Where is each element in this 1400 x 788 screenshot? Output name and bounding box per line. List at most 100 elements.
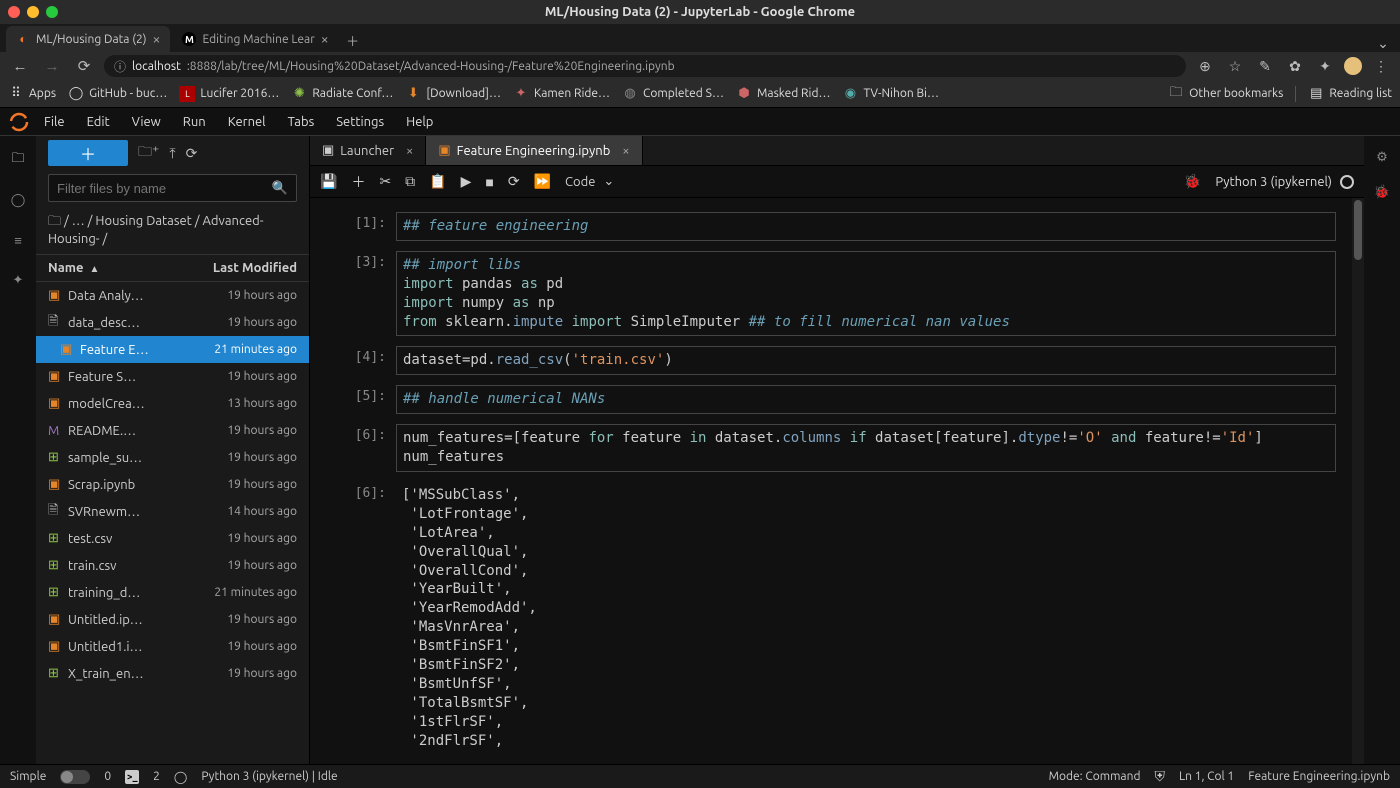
file-filter-field[interactable] [57,181,272,196]
url-input[interactable]: ⓘ localhost:8888/lab/tree/ML/Housing%20D… [104,55,1186,77]
jupyter-logo-icon[interactable] [6,109,32,135]
code-cell[interactable]: [5]:## handle numerical NANs [310,385,1336,414]
menu-run[interactable]: Run [173,111,216,133]
chrome-menu-icon[interactable]: ⋮ [1370,58,1392,75]
extensions-puzzle-icon[interactable]: ✦ [1314,58,1336,75]
close-tab-icon[interactable]: × [321,31,329,47]
insert-cell-icon[interactable]: ＋ [351,172,365,192]
eyedropper-icon[interactable]: ✎ [1254,58,1276,75]
menu-file[interactable]: File [34,111,75,133]
file-row[interactable]: ▣Scrap.ipynb19 hours ago [36,471,309,498]
expand-tabs-icon[interactable]: ⌄ [1372,35,1394,52]
minimize-window-button[interactable] [27,6,39,18]
cell-type-select[interactable]: Code ⌄ [565,174,614,189]
new-launcher-button[interactable]: ＋ [48,140,128,166]
bookmark-item[interactable]: ✦Kamen Ride… [513,86,610,102]
paste-icon[interactable]: 📋 [429,173,446,190]
reload-button[interactable]: ⟳ [72,57,96,75]
document-tabs: ▣ Launcher × ▣ Feature Engineering.ipynb… [310,136,1364,166]
browser-tab-active[interactable]: ◐ ML/Housing Data (2) × [6,26,170,52]
maximize-window-button[interactable] [46,6,58,18]
bookmark-item[interactable]: LLucifer 2016… [179,86,279,102]
run-icon[interactable]: ▶ [461,173,472,190]
file-modified: 13 hours ago [227,397,297,410]
doc-tab-notebook[interactable]: ▣ Feature Engineering.ipynb × [426,136,642,165]
file-filter-input[interactable]: 🔍 [48,174,297,202]
debugger-panel-icon[interactable]: 🐞 [1374,185,1390,200]
run-all-icon[interactable]: ⏩ [534,173,551,190]
file-row[interactable]: 🗎data_desc…19 hours ago [36,309,309,336]
save-icon[interactable]: 💾 [320,173,337,190]
extensions-icon[interactable]: ✦ [8,270,28,290]
reading-list[interactable]: ▤Reading list [1308,86,1392,102]
trust-icon[interactable]: ⛨ [1154,768,1165,785]
menu-kernel[interactable]: Kernel [218,111,276,133]
file-row[interactable]: ⊞sample_su…19 hours ago [36,444,309,471]
menu-tabs[interactable]: Tabs [278,111,325,133]
close-window-button[interactable] [8,6,20,18]
close-tab-icon[interactable]: × [153,31,161,47]
profile-avatar[interactable] [1344,57,1362,75]
copy-icon[interactable]: ⧉ [405,173,415,190]
apps-button[interactable]: ⠿Apps [8,86,56,102]
close-tab-icon[interactable]: × [622,144,629,158]
bookmark-item[interactable]: ◍Completed S… [622,86,724,102]
file-row[interactable]: ⊞X_train_en…19 hours ago [36,660,309,687]
file-row[interactable]: ▣Data Analy…19 hours ago [36,282,309,309]
bookmark-item[interactable]: ⬢Masked Rid… [736,86,830,102]
new-tab-button[interactable]: ＋ [341,28,365,52]
file-row[interactable]: ▣modelCrea…13 hours ago [36,390,309,417]
bookmark-item[interactable]: ◉TV-Nihon Bi… [842,86,939,102]
file-name: SVRnewm… [68,505,219,519]
file-row[interactable]: ⊞train.csv19 hours ago [36,552,309,579]
file-row[interactable]: MREADME.…19 hours ago [36,417,309,444]
code-cell[interactable]: [3]:## import libs import pandas as pd i… [310,251,1336,337]
code-cell[interactable]: [6]:num_features=[feature for feature in… [310,424,1336,472]
restart-icon[interactable]: ⟳ [508,173,520,190]
menu-help[interactable]: Help [396,111,443,133]
menu-settings[interactable]: Settings [326,111,394,133]
doc-tab-launcher[interactable]: ▣ Launcher × [310,136,426,165]
other-bookmarks[interactable]: 🗀Other bookmarks [1168,86,1283,102]
file-row[interactable]: ⊞training_d…21 minutes ago [36,579,309,606]
toc-icon[interactable]: ≡ [8,230,28,250]
scrollbar[interactable] [1352,198,1364,764]
menu-edit[interactable]: Edit [77,111,120,133]
file-list-header[interactable]: Name▲ Last Modified [36,254,309,282]
bookmark-item[interactable]: ◯GitHub - buc… [68,86,167,102]
back-button[interactable]: ← [8,57,32,75]
browser-tab[interactable]: M Editing Machine Lear × [172,26,338,52]
bookmark-item[interactable]: ✺Radiate Conf… [291,86,393,102]
kernel-indicator[interactable]: Python 3 (ipykernel) [1215,175,1354,189]
property-inspector-icon[interactable]: ⚙ [1376,150,1388,165]
bookmark-star-icon[interactable]: ☆ [1224,58,1246,75]
bookmark-item[interactable]: ⬇[Download]… [405,86,501,102]
stop-icon[interactable]: ■ [485,174,493,190]
terminal-icon[interactable]: >_ [125,770,139,784]
file-row[interactable]: ▣Feature E…21 minutes ago [36,336,309,363]
cut-icon[interactable]: ✂ [379,173,391,190]
code-cell[interactable]: [1]:## feature engineering [310,212,1336,241]
menu-view[interactable]: View [122,111,171,133]
zoom-icon[interactable]: ⊕ [1194,58,1216,75]
file-row[interactable]: ⊞test.csv19 hours ago [36,525,309,552]
new-folder-icon[interactable]: 🗀⁺ [138,141,159,165]
simple-mode-toggle[interactable] [60,770,90,784]
file-browser-icon[interactable]: 🗀 [8,150,28,170]
file-modified: 19 hours ago [227,613,297,626]
running-terminals-icon[interactable]: ◯ [8,190,28,210]
code-cell[interactable]: [4]:dataset=pd.read_csv('train.csv') [310,346,1336,375]
breadcrumb[interactable]: 🗀 / … / Housing Dataset / Advanced-Housi… [36,206,309,254]
file-row[interactable]: 🗎SVRnewm…14 hours ago [36,498,309,525]
refresh-icon[interactable]: ⟳ [186,145,198,162]
site-info-icon[interactable]: ⓘ [114,58,126,75]
forward-button[interactable]: → [40,57,64,75]
notebook-content[interactable]: [1]:## feature engineering [3]:## import … [310,198,1352,764]
file-row[interactable]: ▣Untitled1.i…19 hours ago [36,633,309,660]
file-row[interactable]: ▣Feature S…19 hours ago [36,363,309,390]
extension-icon[interactable]: ✿ [1284,58,1306,75]
close-tab-icon[interactable]: × [406,144,413,158]
upload-icon[interactable]: ⤒ [169,145,175,162]
file-row[interactable]: ▣Untitled.ip…19 hours ago [36,606,309,633]
debugger-icon[interactable]: 🐞 [1184,173,1201,190]
